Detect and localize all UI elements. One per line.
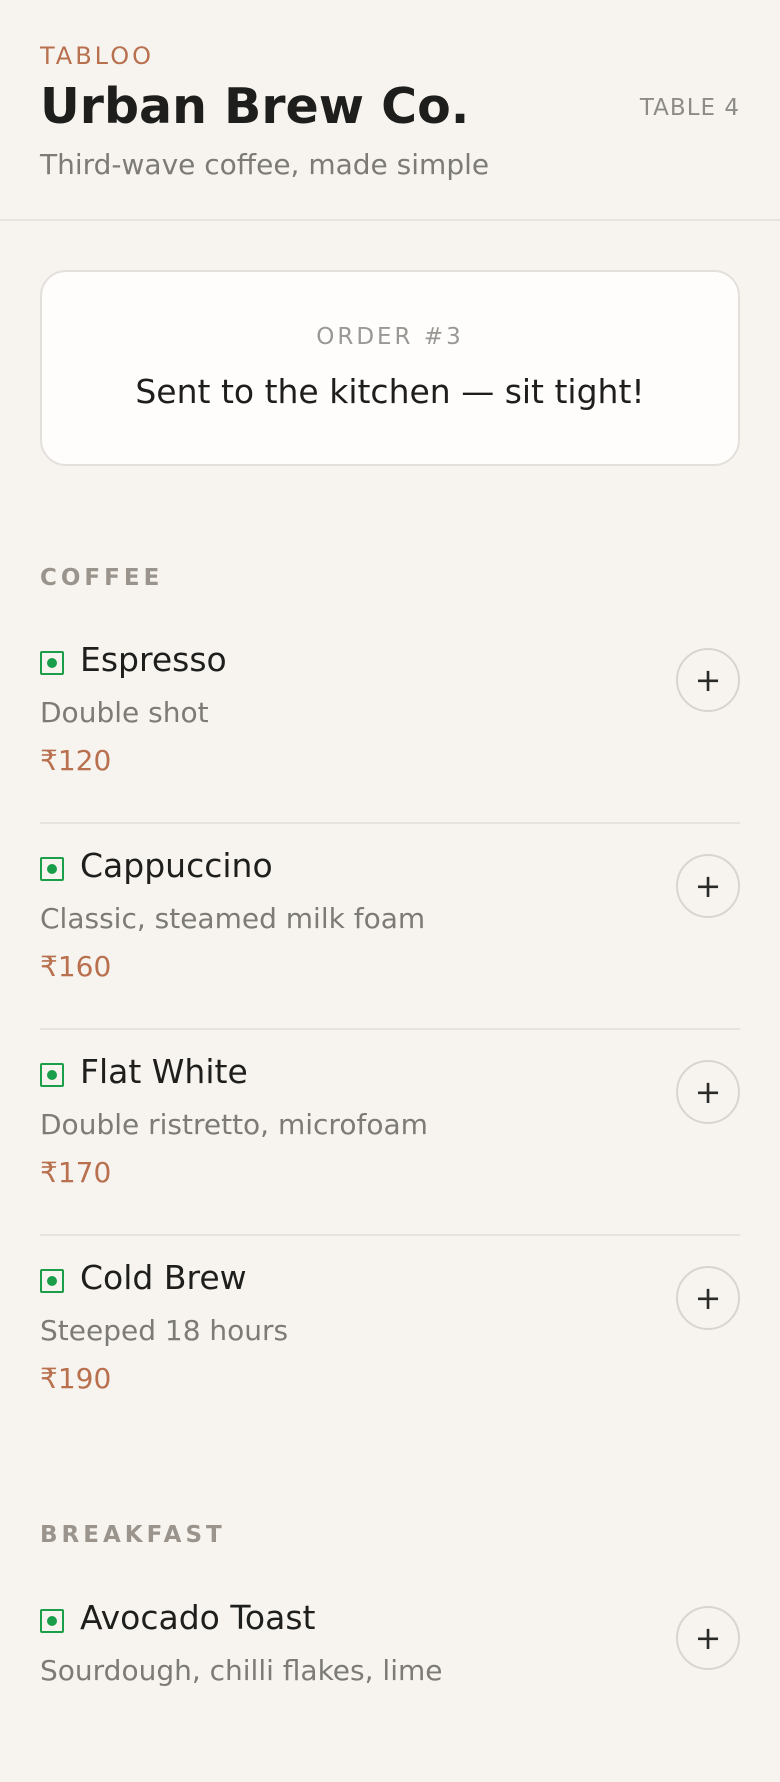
app-header: TABLOO Urban Brew Co. Third-wave coffee,… [0, 0, 780, 221]
menu-item: Cold Brew Steeped 18 hours ₹190 + [40, 1236, 740, 1442]
item-description: Steeped 18 hours [40, 1314, 289, 1347]
item-price: ₹170 [40, 1156, 112, 1189]
add-item-button[interactable]: + [676, 1266, 740, 1330]
menu-item: Cappuccino Classic, steamed milk foam ₹1… [40, 824, 740, 1030]
order-number: ORDER #3 [316, 324, 464, 350]
item-price: ₹120 [40, 744, 112, 777]
add-item-button[interactable]: + [676, 1606, 740, 1670]
item-description: Classic, steamed milk foam [40, 902, 426, 935]
veg-indicator-icon [40, 1269, 64, 1293]
item-name: Cappuccino [80, 846, 273, 885]
table-number: TABLE 4 [639, 95, 740, 121]
menu-item: Espresso Double shot ₹120 + [40, 618, 740, 824]
add-item-button[interactable]: + [676, 648, 740, 712]
item-description: Double shot [40, 696, 209, 729]
item-description: Double ristretto, microfoam [40, 1108, 428, 1141]
veg-indicator-icon [40, 651, 64, 675]
menu-item: Flat White Double ristretto, microfoam ₹… [40, 1030, 740, 1236]
item-name: Avocado Toast [80, 1598, 316, 1637]
item-description: Sourdough, chilli flakes, lime [40, 1654, 443, 1687]
section-title-coffee: COFFEE [40, 565, 164, 591]
brand-label: TABLOO [40, 42, 154, 70]
menu-item: Avocado Toast Sourdough, chilli flakes, … [40, 1576, 740, 1782]
item-price: ₹160 [40, 950, 112, 983]
item-price: ₹190 [40, 1362, 112, 1395]
add-item-button[interactable]: + [676, 1060, 740, 1124]
veg-indicator-icon [40, 1063, 64, 1087]
veg-indicator-icon [40, 1609, 64, 1633]
add-item-button[interactable]: + [676, 854, 740, 918]
order-status-card: ORDER #3 Sent to the kitchen — sit tight… [40, 270, 740, 466]
veg-indicator-icon [40, 857, 64, 881]
section-title-breakfast: BREAKFAST [40, 1522, 226, 1548]
restaurant-tagline: Third-wave coffee, made simple [40, 148, 490, 181]
order-status-message: Sent to the kitchen — sit tight! [135, 372, 645, 411]
item-name: Flat White [80, 1052, 248, 1091]
item-name: Espresso [80, 640, 227, 679]
restaurant-title: Urban Brew Co. [40, 78, 470, 135]
item-name: Cold Brew [80, 1258, 247, 1297]
